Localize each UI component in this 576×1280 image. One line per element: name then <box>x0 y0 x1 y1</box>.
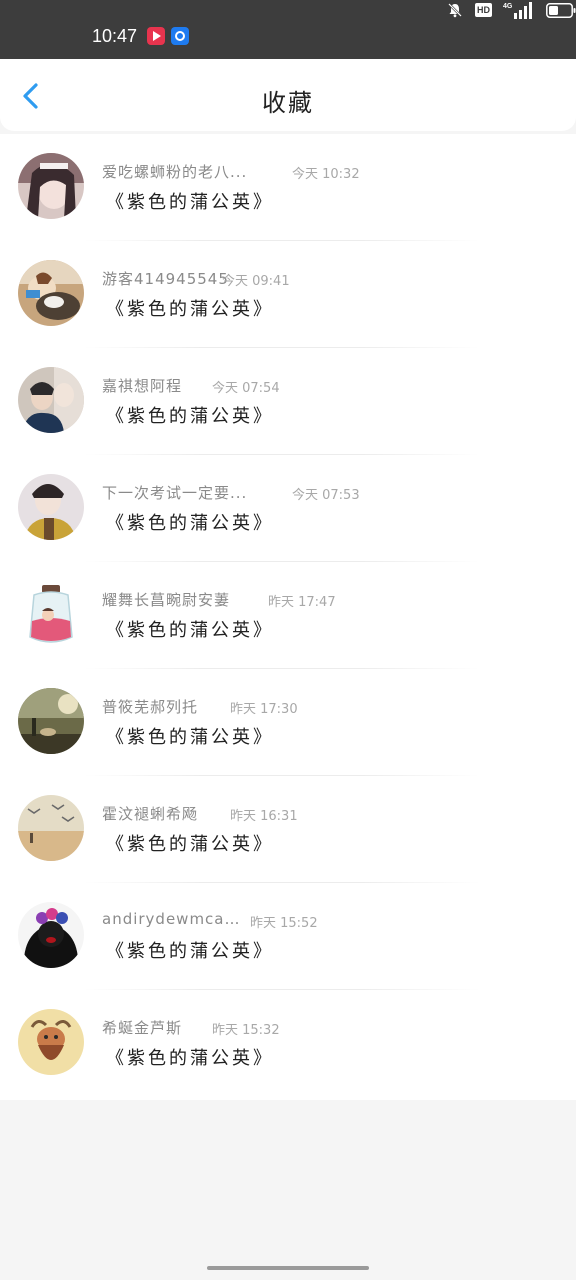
list-item[interactable]: 耀舞长菖畹尉安萋 昨天 17:47 《紫色的蒲公英》 <box>0 562 576 669</box>
timestamp: 今天 07:54 <box>212 381 280 396</box>
avatar[interactable] <box>18 474 84 540</box>
work-title: 《紫色的蒲公英》 <box>106 620 274 641</box>
avatar[interactable] <box>18 795 84 861</box>
header-bar: 收藏 <box>0 59 576 131</box>
list-item[interactable]: 普筱芜郝列托 昨天 17:30 《紫色的蒲公英》 <box>0 669 576 776</box>
user-name: 霍汶褪蜊希飏 <box>102 805 199 823</box>
list-item[interactable]: andirydewmcarcs 昨天 15:52 《紫色的蒲公英》 <box>0 883 576 990</box>
work-title: 《紫色的蒲公英》 <box>106 941 274 962</box>
work-title: 《紫色的蒲公英》 <box>106 192 274 213</box>
browser-app-notification-icon <box>171 27 189 45</box>
avatar[interactable] <box>18 367 84 433</box>
timestamp: 昨天 17:30 <box>230 702 298 717</box>
avatar[interactable] <box>18 260 84 326</box>
avatar[interactable] <box>18 1009 84 1075</box>
user-name: 游客414945545 <box>102 270 229 288</box>
user-name: 爱吃螺蛳粉的老八... <box>102 163 248 181</box>
hd-badge: HD <box>475 3 492 17</box>
user-name: 希蜒金芦斯 <box>102 1019 183 1037</box>
video-app-notification-icon <box>147 27 165 45</box>
user-name: 耀舞长菖畹尉安萋 <box>102 591 231 609</box>
timestamp: 昨天 16:31 <box>230 809 298 824</box>
user-name: 嘉祺想阿程 <box>102 377 183 395</box>
home-indicator[interactable] <box>207 1266 369 1270</box>
status-time: 10:47 <box>92 26 138 46</box>
work-title: 《紫色的蒲公英》 <box>106 727 274 748</box>
timestamp: 今天 09:41 <box>222 274 290 289</box>
avatar[interactable] <box>18 581 84 647</box>
user-name: andirydewmcarcs <box>102 910 242 928</box>
timestamp: 昨天 15:32 <box>212 1023 280 1038</box>
page-title: 收藏 <box>262 89 314 117</box>
battery-icon <box>546 3 576 18</box>
list-item[interactable]: 嘉祺想阿程 今天 07:54 《紫色的蒲公英》 <box>0 348 576 455</box>
timestamp: 昨天 17:47 <box>268 595 336 610</box>
list-item[interactable]: 游客414945545 今天 09:41 《紫色的蒲公英》 <box>0 241 576 348</box>
work-title: 《紫色的蒲公英》 <box>106 299 274 320</box>
list-item[interactable]: 下一次考试一定要... 今天 07:53 《紫色的蒲公英》 <box>0 455 576 562</box>
work-title: 《紫色的蒲公英》 <box>106 513 274 534</box>
user-name: 普筱芜郝列托 <box>102 698 199 716</box>
timestamp: 昨天 15:52 <box>250 916 318 931</box>
favorites-list: 爱吃螺蛳粉的老八... 今天 10:32 《紫色的蒲公英》 游客41494554… <box>0 134 576 1100</box>
list-item[interactable]: 希蜒金芦斯 昨天 15:32 《紫色的蒲公英》 <box>0 990 576 1097</box>
user-name: 下一次考试一定要... <box>102 484 248 502</box>
status-bar: 10:47 HD 4G <box>0 0 576 59</box>
signal-icon: 4G <box>503 2 532 19</box>
work-title: 《紫色的蒲公英》 <box>106 406 274 427</box>
avatar[interactable] <box>18 688 84 754</box>
work-title: 《紫色的蒲公英》 <box>106 1048 274 1069</box>
timestamp: 今天 10:32 <box>292 167 360 182</box>
avatar[interactable] <box>18 902 84 968</box>
list-item[interactable]: 霍汶褪蜊希飏 昨天 16:31 《紫色的蒲公英》 <box>0 776 576 883</box>
bell-muted-icon <box>448 3 462 18</box>
avatar[interactable] <box>18 153 84 219</box>
list-item[interactable]: 爱吃螺蛳粉的老八... 今天 10:32 《紫色的蒲公英》 <box>0 134 576 241</box>
svg-text:4G: 4G <box>503 3 513 10</box>
timestamp: 今天 07:53 <box>292 488 360 503</box>
work-title: 《紫色的蒲公英》 <box>106 834 274 855</box>
